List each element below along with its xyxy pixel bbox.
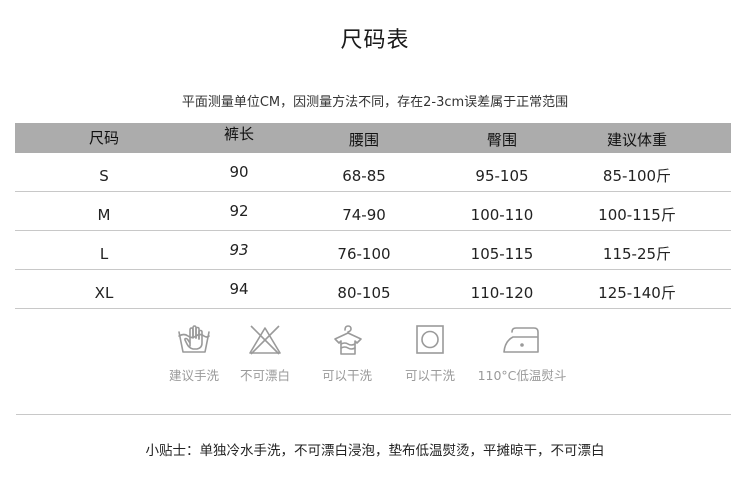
care-label: 可以干洗: [404, 368, 455, 383]
header-length: 裤长: [223, 125, 254, 143]
header-size: 尺码: [88, 129, 119, 147]
size-table-header: 尺码 裤长 腰围 臀围 建议体重: [15, 123, 731, 153]
page-title: 尺码表: [340, 28, 410, 53]
cell-length: 94: [229, 280, 249, 298]
cell-weight: 125-140斤: [598, 284, 676, 302]
table-row: M 92 74-90 100-110 100-115斤: [15, 192, 731, 231]
divider: [16, 414, 731, 415]
no-bleach-icon: [249, 325, 281, 355]
table-row: L 93 76-100 105-115 115-25斤: [15, 231, 731, 270]
care-label: 可以干洗: [321, 368, 372, 383]
header-weight: 建议体重: [606, 131, 667, 149]
iron-low-icon: [503, 327, 539, 353]
cell-length: 93: [229, 241, 249, 259]
cell-size: XL: [94, 284, 114, 302]
size-table: 尺码 裤长 腰围 臀围 建议体重 S 90 68-85 95-105 85-10…: [15, 123, 731, 309]
care-tip: 小贴士：单独冷水手洗，不可漂白浸泡，垫布低温熨烫，平摊晾干，不可漂白: [145, 443, 605, 459]
dry-clean-icon: [334, 325, 362, 355]
hand-wash-icon: [178, 325, 210, 353]
header-hip: 臀围: [486, 131, 517, 149]
care-label: 不可漂白: [239, 368, 290, 383]
cell-hip: 110-120: [470, 284, 534, 302]
care-instructions: 建议手洗 不可漂白 可以干洗 可以干洗 110°C低温熨斗: [0, 324, 750, 394]
cell-waist: 80-105: [337, 284, 391, 302]
table-row: S 90 68-85 95-105 85-100斤: [15, 153, 731, 192]
header-waist: 腰围: [348, 131, 379, 149]
cell-length: 90: [229, 163, 249, 181]
care-item-no-bleach: 不可漂白: [220, 324, 310, 384]
care-item-iron: 110°C低温熨斗: [477, 324, 567, 384]
cell-length: 92: [229, 202, 249, 220]
table-row: XL 94 80-105 110-120 125-140斤: [15, 270, 731, 309]
measurement-note: 平面测量单位CM，因测量方法不同，存在2-3cm误差属于正常范围: [181, 95, 569, 110]
care-label: 110°C低温熨斗: [477, 368, 567, 383]
care-item-tumble-dry: 可以干洗: [385, 324, 475, 384]
care-item-dry-clean: 可以干洗: [302, 324, 392, 384]
tumble-dry-icon: [416, 325, 444, 354]
